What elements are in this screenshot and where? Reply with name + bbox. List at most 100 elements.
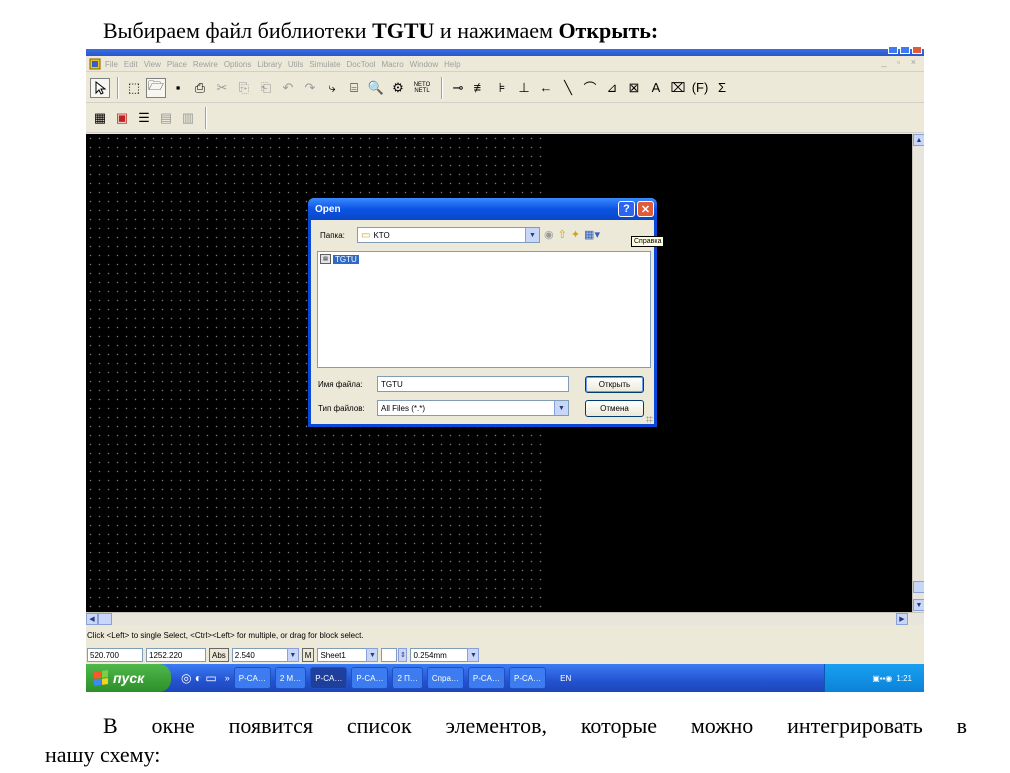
- menu-item-3[interactable]: Place: [167, 60, 187, 69]
- grid-dropdown-icon[interactable]: ▼: [286, 648, 299, 662]
- help-button[interactable]: ?: [618, 201, 635, 217]
- cancel-button[interactable]: Отмена: [585, 400, 644, 417]
- task-button-6[interactable]: P-CA…: [467, 667, 506, 689]
- place-tool-icon-4[interactable]: ←: [536, 78, 556, 98]
- place-tool-icon-8[interactable]: ⊠: [624, 78, 644, 98]
- color-swatch[interactable]: [381, 648, 398, 662]
- layer-tool-icon-0[interactable]: ▦: [90, 108, 110, 128]
- menu-item-10[interactable]: Macro: [381, 60, 403, 69]
- toolbar-tool-icon-9[interactable]: ⤷: [322, 78, 342, 98]
- file-item-tgtu[interactable]: ▤ TGTU: [320, 254, 359, 264]
- layer-tool-icon-3[interactable]: ▤: [156, 108, 176, 128]
- task-button-1[interactable]: 2 M…: [274, 667, 307, 689]
- toolbar-tool-icon-4[interactable]: ✂: [212, 78, 232, 98]
- menu-item-9[interactable]: DocTool: [347, 60, 376, 69]
- folder-combo[interactable]: ▭ KTO ▼: [357, 227, 540, 243]
- place-tool-icon-11[interactable]: (F): [690, 78, 710, 98]
- toolbar-tool-icon-7[interactable]: ↶: [278, 78, 298, 98]
- line-width-dropdown-icon[interactable]: ▼: [467, 648, 480, 662]
- layer-tool-icon-2[interactable]: ☰: [134, 108, 154, 128]
- select-arrow-icon[interactable]: [90, 77, 110, 98]
- toolbar-tool-icon-1[interactable]: 🗁: [146, 77, 166, 98]
- task-button-0[interactable]: P-CA…: [233, 667, 271, 689]
- x-coordinate-field[interactable]: 520.700: [87, 648, 143, 662]
- menu-item-5[interactable]: Options: [224, 60, 252, 69]
- place-tool-icon-0[interactable]: ⊸: [448, 78, 468, 98]
- language-indicator[interactable]: EN: [560, 674, 571, 683]
- grid-size-field[interactable]: 2.540: [231, 648, 288, 662]
- folder-dropdown-icon[interactable]: ▼: [525, 228, 539, 242]
- task-button-3[interactable]: P-CA…: [351, 667, 389, 689]
- menu-item-1[interactable]: Edit: [124, 60, 138, 69]
- scroll-right-icon[interactable]: ▶: [896, 613, 908, 625]
- task-button-2[interactable]: P-CA…: [310, 667, 348, 689]
- up-folder-icon[interactable]: ⇧: [558, 228, 567, 241]
- close-button[interactable]: ✕: [637, 201, 654, 217]
- toolbar-tool-icon-8[interactable]: ↷: [300, 78, 320, 98]
- toolbar-tool-icon-12[interactable]: ⚙: [388, 78, 408, 98]
- view-menu-icon[interactable]: ▦▾: [584, 228, 600, 241]
- place-tool-icon-2[interactable]: ⊧: [492, 78, 512, 98]
- task-button-5[interactable]: Спра…: [426, 667, 464, 689]
- toolbar-tool-icon-10[interactable]: ⌸: [344, 78, 364, 98]
- sheet-dropdown-icon[interactable]: ▼: [366, 648, 379, 662]
- toolbar-tool-icon-11[interactable]: 🔍: [366, 78, 386, 98]
- menu-items: File Edit View Place Rewire Options Library Uti…: [105, 59, 467, 69]
- scroll-thumb[interactable]: [913, 581, 924, 593]
- file-list[interactable]: ▤ TGTU: [317, 251, 651, 368]
- menu-item-4[interactable]: Rewire: [193, 60, 218, 69]
- scroll-left-icon[interactable]: ◀: [86, 613, 98, 625]
- layer-tool-icon-1[interactable]: ▣: [112, 108, 132, 128]
- scroll-up-icon[interactable]: ▲: [913, 134, 924, 146]
- menu-item-12[interactable]: Help: [444, 60, 460, 69]
- back-icon[interactable]: ◉: [544, 228, 554, 241]
- title-minimize-button[interactable]: [888, 46, 898, 54]
- menu-item-11[interactable]: Window: [410, 60, 438, 69]
- place-tool-icon-12[interactable]: Σ: [712, 78, 732, 98]
- spin-icon[interactable]: ⇕: [398, 648, 408, 662]
- sheet-field[interactable]: Sheet1: [317, 648, 368, 662]
- resize-grip[interactable]: [646, 416, 653, 423]
- task-button-7[interactable]: P-CA…: [509, 667, 547, 689]
- place-tool-icon-10[interactable]: ⌧: [668, 78, 688, 98]
- place-tool-icon-5[interactable]: ╲: [558, 78, 578, 98]
- y-coordinate-field[interactable]: 1252.220: [146, 648, 206, 662]
- place-tool-icon-6[interactable]: ⌒: [580, 78, 600, 98]
- title-close-button[interactable]: [912, 46, 922, 54]
- place-tool-icon-7[interactable]: ⊿: [602, 78, 622, 98]
- line-width-field[interactable]: 0.254mm: [410, 648, 469, 662]
- menu-item-7[interactable]: Utils: [288, 60, 304, 69]
- filename-input[interactable]: TGTU: [377, 376, 569, 392]
- new-folder-icon[interactable]: ✦: [571, 228, 580, 241]
- menu-item-8[interactable]: Simulate: [309, 60, 340, 69]
- menu-item-0[interactable]: File: [105, 60, 118, 69]
- mdi-window-controls[interactable]: _ ▫ ×: [882, 57, 920, 67]
- abs-toggle-button[interactable]: Abs: [209, 648, 229, 662]
- dialog-title-bar: Open ? ✕: [308, 198, 657, 220]
- filetype-combo[interactable]: All Files (*.*) ▼: [377, 400, 569, 416]
- menu-item-6[interactable]: Library: [257, 60, 281, 69]
- m-button[interactable]: M: [301, 648, 315, 662]
- place-tool-icon-3[interactable]: ⊥: [514, 78, 534, 98]
- vertical-scrollbar[interactable]: ▲ ▼: [912, 134, 924, 612]
- quicklaunch-icons[interactable]: ◎ ◐ ▭: [181, 671, 217, 685]
- open-button[interactable]: Открыть: [585, 376, 644, 393]
- toolbar-tool-icon-0[interactable]: ⬚: [124, 78, 144, 98]
- menu-item-2[interactable]: View: [144, 60, 161, 69]
- toolbar-tool-icon-3[interactable]: ⎙: [190, 78, 210, 98]
- tray-icons[interactable]: ▣▪▪◉: [872, 674, 892, 683]
- toolbar-tool-icon-6[interactable]: ⎗: [256, 78, 276, 98]
- start-button[interactable]: пуск: [86, 664, 171, 692]
- toolbar-tool-icon-5[interactable]: ⎘: [234, 78, 254, 98]
- hscroll-thumb[interactable]: [98, 613, 112, 625]
- toolbar-tool-icon-2[interactable]: ▪: [168, 78, 188, 98]
- task-button-4[interactable]: 2 П…: [392, 667, 423, 689]
- title-maximize-button[interactable]: [900, 46, 910, 54]
- place-tool-icon-9[interactable]: A: [646, 78, 666, 98]
- layer-tool-icon-4[interactable]: ▥: [178, 108, 198, 128]
- horizontal-scrollbar[interactable]: ◀ ▶: [86, 612, 924, 625]
- netlist-icon[interactable]: NETO NETL: [410, 78, 434, 98]
- place-tool-icon-1[interactable]: ≢: [470, 78, 490, 98]
- scroll-down-icon[interactable]: ▼: [913, 599, 924, 611]
- filetype-dropdown-icon[interactable]: ▼: [554, 401, 568, 415]
